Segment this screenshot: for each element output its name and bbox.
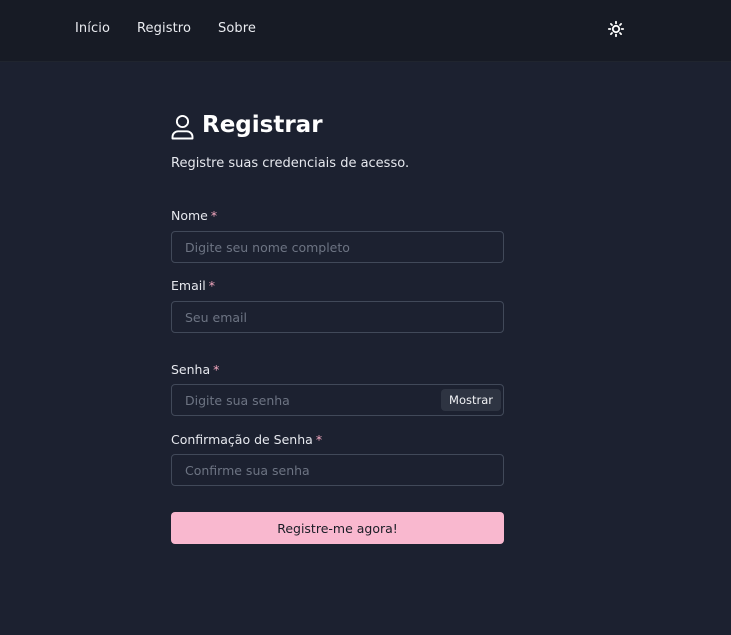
show-password-button[interactable]: Mostrar xyxy=(441,389,501,411)
email-input[interactable] xyxy=(172,302,503,332)
password-confirm-label: Confirmação de Senha * xyxy=(171,432,322,447)
nav-link-registro[interactable]: Registro xyxy=(137,21,191,36)
sun-icon[interactable] xyxy=(607,20,625,38)
email-field xyxy=(171,301,504,333)
top-navbar: Início Registro Sobre xyxy=(0,0,731,61)
required-marker: * xyxy=(208,278,215,293)
page-title: Registrar xyxy=(202,112,323,138)
required-marker: * xyxy=(213,362,220,377)
register-submit-button[interactable]: Registre-me agora! xyxy=(171,512,504,544)
required-marker: * xyxy=(315,432,323,447)
name-input[interactable] xyxy=(172,232,503,262)
name-label-text: Nome xyxy=(171,208,208,223)
nav-link-inicio[interactable]: Início xyxy=(75,21,110,36)
page-subtitle: Registre suas credenciais de acesso. xyxy=(171,156,410,171)
required-marker: * xyxy=(210,208,218,223)
password-confirm-label-text: Confirmação de Senha xyxy=(171,432,313,447)
email-label: Email * xyxy=(171,278,215,293)
password-label-text: Senha xyxy=(171,362,211,377)
password-label: Senha * xyxy=(171,362,219,377)
password-field: Mostrar xyxy=(171,384,504,416)
password-confirm-input[interactable] xyxy=(172,455,503,485)
email-label-text: Email xyxy=(171,278,206,293)
name-field xyxy=(171,231,504,263)
name-label: Nome * xyxy=(171,208,217,223)
user-icon xyxy=(171,114,194,140)
nav-link-sobre[interactable]: Sobre xyxy=(218,21,256,36)
password-confirm-field xyxy=(171,454,504,486)
